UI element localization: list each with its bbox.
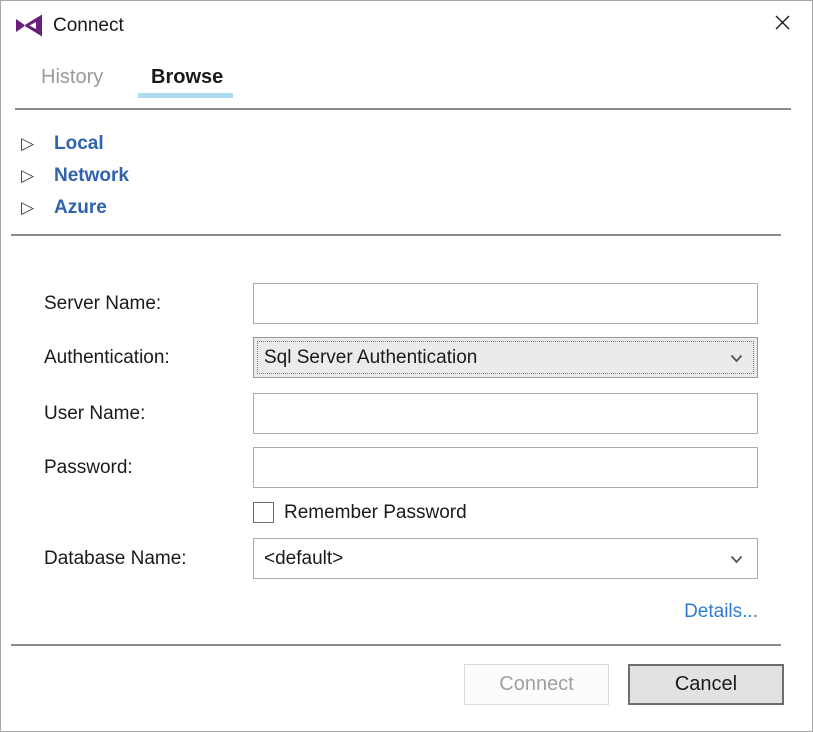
- remember-password-checkbox[interactable]: [253, 502, 274, 523]
- server-name-input[interactable]: [253, 283, 758, 324]
- database-name-selected-value: <default>: [264, 548, 730, 570]
- tree-item-local[interactable]: ▷ Local: [21, 129, 321, 159]
- database-name-dropdown[interactable]: <default>: [253, 538, 758, 579]
- vs-bowtie-icon: [15, 14, 43, 37]
- window-title: Connect: [53, 14, 124, 37]
- connect-dialog: Connect History Browse ▷ Local ▷ Network…: [0, 0, 813, 732]
- authentication-dropdown[interactable]: Sql Server Authentication: [253, 337, 758, 378]
- separator-middle: [11, 234, 781, 236]
- expander-triangle-icon[interactable]: ▷: [21, 166, 41, 186]
- remember-password-label: Remember Password: [284, 502, 467, 524]
- separator-top: [15, 108, 791, 110]
- chevron-down-icon: [730, 347, 743, 369]
- database-name-label: Database Name:: [44, 548, 249, 569]
- cancel-button[interactable]: Cancel: [628, 664, 784, 705]
- details-link[interactable]: Details...: [253, 601, 758, 623]
- close-button[interactable]: [766, 9, 798, 41]
- tree-item-label: Azure: [54, 197, 107, 219]
- expander-triangle-icon[interactable]: ▷: [21, 134, 41, 154]
- tree-item-label: Network: [54, 165, 129, 187]
- authentication-label: Authentication:: [44, 347, 249, 368]
- expander-triangle-icon[interactable]: ▷: [21, 198, 41, 218]
- tree-item-label: Local: [54, 133, 104, 155]
- tab-history[interactable]: History: [41, 65, 103, 91]
- password-input[interactable]: [253, 447, 758, 488]
- server-name-label: Server Name:: [44, 293, 249, 314]
- close-x-icon: [774, 14, 791, 36]
- user-name-input[interactable]: [253, 393, 758, 434]
- password-label: Password:: [44, 457, 249, 478]
- chevron-down-icon: [730, 548, 743, 570]
- tree-item-azure[interactable]: ▷ Azure: [21, 193, 321, 223]
- tree-item-network[interactable]: ▷ Network: [21, 161, 321, 191]
- remember-password-row: Remember Password: [253, 501, 467, 524]
- user-name-label: User Name:: [44, 403, 249, 424]
- authentication-selected-value: Sql Server Authentication: [264, 347, 730, 369]
- tab-browse[interactable]: Browse: [151, 65, 223, 91]
- titlebar: Connect: [1, 1, 812, 49]
- active-tab-underline: [138, 93, 233, 98]
- connect-button[interactable]: Connect: [464, 664, 609, 705]
- separator-bottom: [11, 644, 781, 646]
